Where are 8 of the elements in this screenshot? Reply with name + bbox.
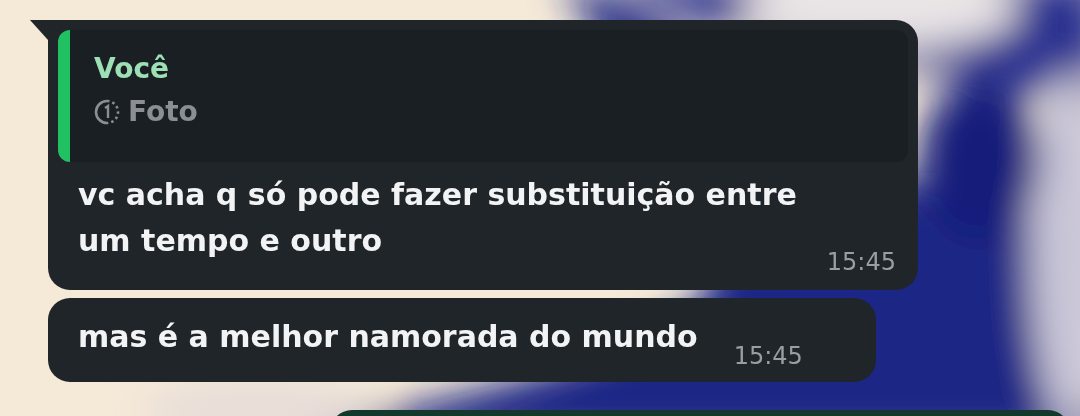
media-label: Foto <box>128 95 198 128</box>
message-time: 15:45 <box>826 248 896 276</box>
quoted-message[interactable]: Você Foto <box>58 30 908 162</box>
view-once-icon <box>94 97 120 126</box>
quote-author: Você <box>94 52 170 85</box>
message-time: 15:45 <box>733 342 803 370</box>
message-text: mas é a melhor namorada do mundo <box>78 318 698 356</box>
message-text: vc acha q só pode fazer substituição entre um tempo e outro <box>78 176 798 260</box>
